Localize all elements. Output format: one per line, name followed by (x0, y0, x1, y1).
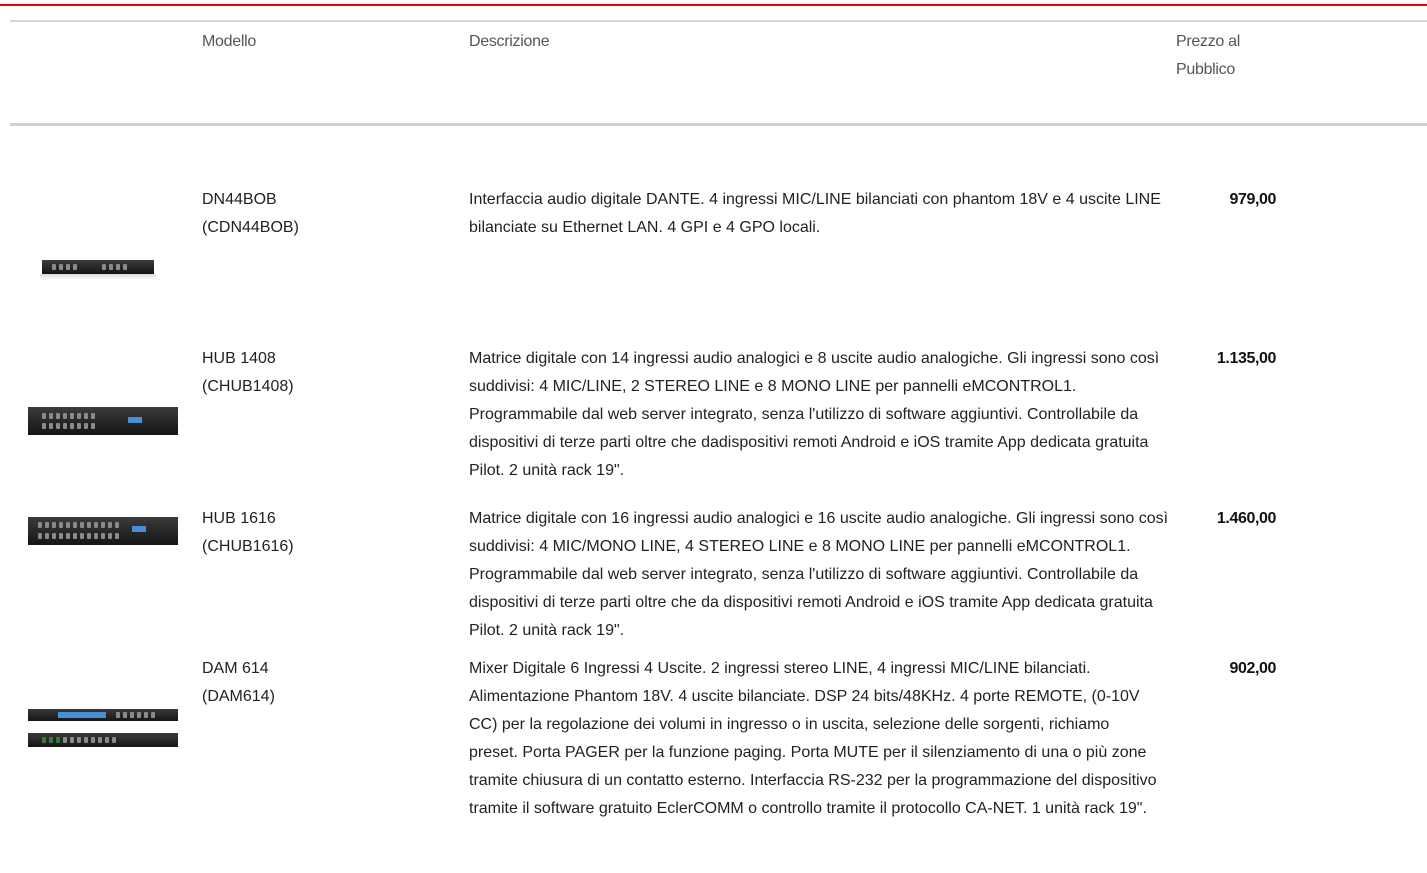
column-header-description: Descrizione (469, 33, 550, 50)
product-model-code: (DAM614) (202, 688, 275, 705)
product-description: Interfaccia audio digitale DANTE. 4 ingr… (469, 191, 1161, 236)
product-price: 1.460,00 (1216, 510, 1276, 527)
column-header-price-line2: Pubblico (1176, 61, 1235, 78)
device-front-panel (42, 260, 154, 274)
product-description: Matrice digitale con 14 ingressi audio a… (469, 350, 1160, 479)
column-header-price: Prezzo al Pubblico (1176, 28, 1286, 84)
column-header-model: Modello (202, 33, 256, 50)
product-model: DN44BOB (CDN44BOB) (202, 186, 442, 242)
price-list-page: Modello Descrizione Prezzo al Pubblico D… (0, 0, 1427, 873)
device-front-panel (28, 709, 178, 721)
product-description: Mixer Digitale 6 Ingressi 4 Uscite. 2 in… (469, 660, 1157, 817)
product-model-code: (CHUB1616) (202, 538, 294, 555)
product-image-hub1616 (28, 513, 180, 549)
product-model-name: DN44BOB (202, 191, 277, 208)
device-front-panel (28, 517, 178, 545)
device-front-panel (28, 407, 178, 435)
column-header-price-line1: Prezzo al (1176, 33, 1240, 50)
product-model-code: (CDN44BOB) (202, 219, 299, 236)
product-model-name: HUB 1408 (202, 350, 276, 367)
product-model: HUB 1616 (CHUB1616) (202, 505, 442, 561)
product-price: 902,00 (1229, 660, 1276, 677)
product-description: Matrice digitale con 16 ingressi audio a… (469, 510, 1169, 639)
device-rear-panel (28, 733, 178, 747)
product-model-code: (CHUB1408) (202, 378, 294, 395)
product-model-name: DAM 614 (202, 660, 269, 677)
top-accent-line (0, 4, 1427, 6)
product-image-dn44bob (28, 244, 168, 284)
top-divider (10, 20, 1427, 22)
product-image-hub1408 (28, 403, 180, 439)
product-model: DAM 614 (DAM614) (202, 655, 442, 711)
product-model: HUB 1408 (CHUB1408) (202, 345, 442, 401)
product-model-name: HUB 1616 (202, 510, 276, 527)
header-divider (10, 123, 1427, 126)
product-image-dam614 (28, 705, 180, 757)
product-price: 979,00 (1229, 191, 1276, 208)
product-price: 1.135,00 (1216, 350, 1276, 367)
